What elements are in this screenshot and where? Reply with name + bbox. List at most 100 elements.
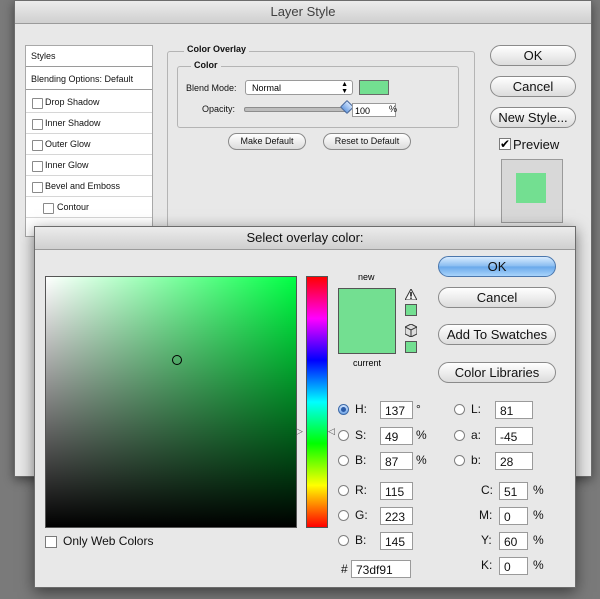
styles-header[interactable]: Styles bbox=[26, 46, 152, 67]
style-item-contour[interactable]: Contour bbox=[26, 197, 152, 218]
hex-label: # bbox=[341, 562, 348, 576]
radio-a[interactable] bbox=[454, 430, 465, 441]
s-input[interactable]: 49 bbox=[380, 427, 413, 445]
hue-slider-arrow-icon[interactable]: ◁ bbox=[328, 426, 335, 437]
l-input[interactable]: 81 bbox=[495, 401, 533, 419]
b-label: B: bbox=[355, 453, 367, 467]
style-item-drop-shadow[interactable]: Drop Shadow bbox=[26, 92, 152, 113]
k-input[interactable]: 0 bbox=[499, 557, 528, 575]
color-group-box bbox=[177, 66, 459, 128]
checkbox[interactable] bbox=[32, 140, 43, 151]
style-item-inner-glow[interactable]: Inner Glow bbox=[26, 155, 152, 176]
radio-r[interactable] bbox=[338, 485, 349, 496]
h-input[interactable]: 137 bbox=[380, 401, 413, 419]
cube-icon[interactable] bbox=[405, 324, 417, 337]
c-label: C: bbox=[481, 483, 493, 497]
opacity-unit: % bbox=[389, 104, 398, 114]
b-input[interactable]: 87 bbox=[380, 452, 413, 470]
blend-mode-value: Normal bbox=[252, 83, 282, 93]
a-input[interactable]: -45 bbox=[495, 427, 533, 445]
current-color-swatch[interactable] bbox=[338, 320, 396, 354]
overlay-color-swatch[interactable] bbox=[359, 80, 389, 95]
picker-ok-button[interactable]: OK bbox=[438, 256, 556, 277]
checkbox[interactable] bbox=[43, 203, 54, 214]
new-label: new bbox=[358, 272, 375, 282]
radio-rgb-b[interactable] bbox=[338, 535, 349, 546]
c-unit: % bbox=[533, 483, 544, 497]
r-input[interactable]: 115 bbox=[380, 482, 413, 500]
lab-b-label: b: bbox=[471, 453, 482, 467]
style-item-outer-glow[interactable]: Outer Glow bbox=[26, 134, 152, 155]
style-label: Contour bbox=[57, 202, 90, 212]
current-label: current bbox=[353, 358, 382, 368]
picker-title: Select overlay color: bbox=[35, 227, 575, 250]
web-safe-swatch[interactable] bbox=[405, 341, 417, 353]
style-label: Bevel and Emboss bbox=[45, 181, 121, 191]
l-label: L: bbox=[471, 402, 482, 416]
m-input[interactable]: 0 bbox=[499, 507, 528, 525]
color-overlay-title: Color Overlay bbox=[184, 44, 250, 54]
radio-lab-b[interactable] bbox=[454, 455, 465, 466]
updown-arrow-icon: ▲ ▼ bbox=[341, 81, 348, 95]
y-input[interactable]: 60 bbox=[499, 532, 528, 550]
color-libraries-button[interactable]: Color Libraries bbox=[438, 362, 556, 383]
r-label: R: bbox=[355, 483, 367, 497]
y-unit: % bbox=[533, 533, 544, 547]
s-label: S: bbox=[355, 428, 367, 442]
styles-list: Styles Blending Options: Default Drop Sh… bbox=[25, 45, 153, 237]
style-item-inner-shadow[interactable]: Inner Shadow bbox=[26, 113, 152, 134]
s-unit: % bbox=[416, 428, 427, 442]
radio-s[interactable] bbox=[338, 430, 349, 441]
reset-default-button[interactable]: Reset to Default bbox=[323, 133, 411, 150]
a-label: a: bbox=[471, 428, 482, 442]
warning-icon[interactable] bbox=[405, 289, 417, 300]
styles-header-label: Styles bbox=[31, 51, 56, 61]
preview-checkbox[interactable]: ✔ bbox=[499, 138, 511, 150]
gamut-swatch[interactable] bbox=[405, 304, 417, 316]
color-field[interactable] bbox=[45, 276, 297, 528]
radio-b[interactable] bbox=[338, 455, 349, 466]
picker-cancel-button[interactable]: Cancel bbox=[438, 287, 556, 308]
opacity-label: Opacity: bbox=[202, 104, 236, 114]
blending-options-item[interactable]: Blending Options: Default bbox=[26, 69, 152, 90]
c-input[interactable]: 51 bbox=[499, 482, 528, 500]
k-unit: % bbox=[533, 558, 544, 572]
preview-label: Preview bbox=[513, 137, 560, 152]
style-label: Inner Glow bbox=[45, 160, 89, 170]
radio-g[interactable] bbox=[338, 510, 349, 521]
g-input[interactable]: 223 bbox=[380, 507, 413, 525]
g-label: G: bbox=[355, 508, 368, 522]
hue-slider-arrow-icon[interactable]: ▷ bbox=[296, 426, 303, 437]
color-group-title: Color bbox=[191, 60, 221, 70]
blend-mode-select[interactable]: Normal ▲ ▼ bbox=[245, 80, 353, 95]
make-default-button[interactable]: Make Default bbox=[228, 133, 306, 150]
hue-slider[interactable] bbox=[306, 276, 328, 528]
blend-mode-label: Blend Mode: bbox=[186, 83, 237, 93]
new-style-button[interactable]: New Style... bbox=[490, 107, 576, 128]
style-item-bevel-emboss[interactable]: Bevel and Emboss bbox=[26, 176, 152, 197]
radio-h[interactable] bbox=[338, 404, 349, 415]
lab-b-input[interactable]: 28 bbox=[495, 452, 533, 470]
h-unit: ° bbox=[416, 402, 421, 416]
preview-color bbox=[516, 173, 546, 203]
rgb-b-input[interactable]: 145 bbox=[380, 532, 413, 550]
only-web-colors-checkbox[interactable] bbox=[45, 536, 57, 548]
new-color-swatch bbox=[338, 288, 396, 321]
add-to-swatches-button[interactable]: Add To Swatches bbox=[438, 324, 556, 345]
rgb-b-label: B: bbox=[355, 533, 367, 547]
opacity-slider[interactable] bbox=[244, 107, 350, 112]
checkbox[interactable] bbox=[32, 161, 43, 172]
checkmark-icon: ✔ bbox=[500, 137, 511, 151]
color-field-marker[interactable] bbox=[172, 355, 182, 365]
y-label: Y: bbox=[481, 533, 492, 547]
h-label: H: bbox=[355, 402, 367, 416]
checkbox[interactable] bbox=[32, 98, 43, 109]
style-label: Inner Shadow bbox=[45, 118, 101, 128]
radio-l[interactable] bbox=[454, 404, 465, 415]
ok-button[interactable]: OK bbox=[490, 45, 576, 66]
cancel-button[interactable]: Cancel bbox=[490, 76, 576, 97]
checkbox[interactable] bbox=[32, 182, 43, 193]
checkbox[interactable] bbox=[32, 119, 43, 130]
style-label: Outer Glow bbox=[45, 139, 91, 149]
hex-input[interactable]: 73df91 bbox=[351, 560, 411, 578]
